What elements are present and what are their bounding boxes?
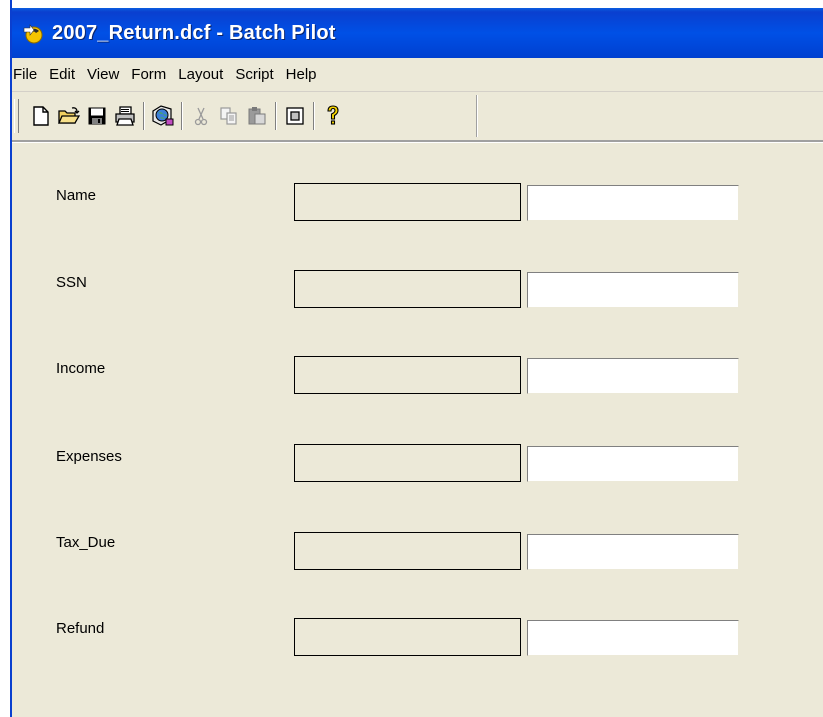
title-bar[interactable]: 2007_Return.dcf - Batch Pilot [10, 8, 823, 58]
print-icon [115, 106, 135, 126]
cut-button[interactable] [188, 103, 214, 129]
income-input[interactable] [527, 358, 739, 394]
field-box-ssn[interactable] [294, 270, 521, 308]
field-box-expenses[interactable] [294, 444, 521, 482]
name-input[interactable] [527, 185, 739, 221]
application-window: 2007_Return.dcf - Batch Pilot File Edit … [10, 0, 823, 717]
refund-input[interactable] [527, 620, 739, 656]
help-question-icon [327, 105, 339, 125]
print-button[interactable] [112, 103, 138, 129]
field-box-name[interactable] [294, 183, 521, 221]
tax-due-input[interactable] [527, 534, 739, 570]
window-left-border [10, 0, 12, 717]
menu-view[interactable]: View [81, 63, 125, 87]
field-label-name: Name [56, 187, 97, 204]
toolbar-separator [275, 102, 277, 130]
field-label-expenses: Expenses [56, 448, 122, 465]
field-box-income[interactable] [294, 356, 521, 394]
cut-icon [194, 107, 208, 126]
copy-icon [220, 107, 237, 125]
toolbar-separator [143, 102, 145, 130]
field-box-refund[interactable] [294, 618, 521, 656]
menu-form[interactable]: Form [125, 63, 172, 87]
toolbar [14, 95, 477, 137]
field-label-refund: Refund [56, 620, 105, 637]
field-box-tax-due[interactable] [294, 532, 521, 570]
new-document-icon [33, 106, 49, 126]
toolbar-separator [181, 102, 183, 130]
open-button[interactable] [56, 103, 82, 129]
paste-icon [248, 107, 266, 125]
field-label-tax-due: Tax_Due [56, 534, 116, 551]
menu-edit[interactable]: Edit [43, 63, 81, 87]
menu-bar: File Edit View Form Layout Script Help [10, 60, 823, 90]
save-disk-icon [88, 107, 106, 125]
menu-help[interactable]: Help [280, 63, 323, 87]
toolbar-grip[interactable] [14, 99, 19, 133]
network-button[interactable] [150, 103, 176, 129]
save-button[interactable] [84, 103, 110, 129]
menu-toolbar-divider [10, 91, 823, 92]
form-frame-icon [286, 107, 304, 125]
menu-layout[interactable]: Layout [172, 63, 229, 87]
new-document-button[interactable] [28, 103, 54, 129]
copy-button[interactable] [216, 103, 242, 129]
open-folder-icon [58, 107, 80, 124]
window-top-strip [10, 0, 823, 8]
globe-network-icon [152, 105, 174, 126]
field-label-ssn: SSN [56, 274, 87, 291]
field-label-income: Income [56, 360, 106, 377]
toolbar-separator [313, 102, 315, 130]
paste-button[interactable] [244, 103, 270, 129]
menu-script[interactable]: Script [229, 63, 279, 87]
form-area: Name SSN Income Expenses Tax_Due Refund [10, 143, 823, 717]
window-title: 2007_Return.dcf - Batch Pilot [52, 21, 336, 44]
expenses-input[interactable] [527, 446, 739, 482]
batch-pilot-app-icon [22, 22, 44, 44]
menu-file[interactable]: File [10, 63, 43, 87]
form-frame-button[interactable] [282, 103, 308, 129]
ssn-input[interactable] [527, 272, 739, 308]
help-button[interactable] [320, 103, 346, 129]
